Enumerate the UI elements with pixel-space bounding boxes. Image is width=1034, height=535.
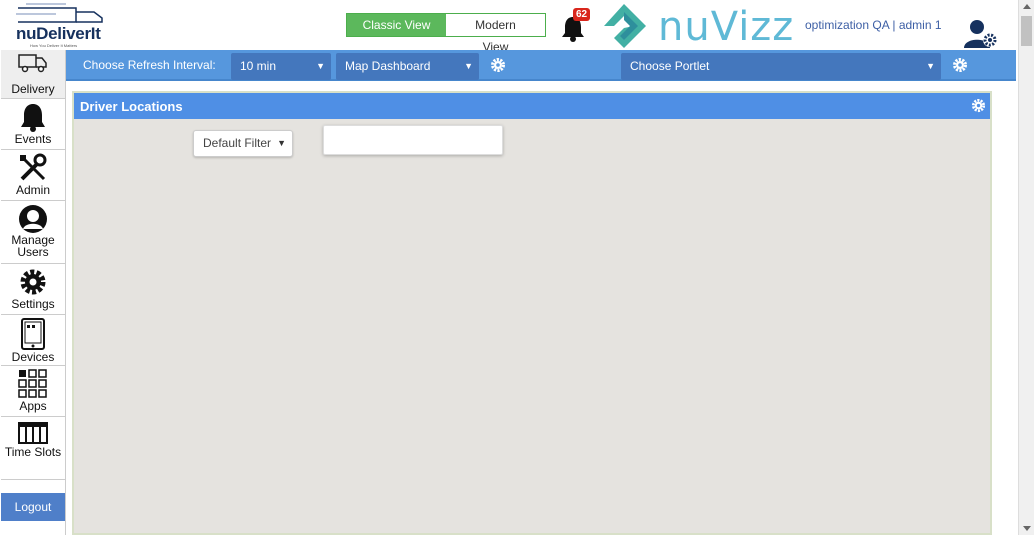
chevron-down-icon: ▼ [316, 61, 325, 71]
brand-name: nuVizz [658, 4, 795, 50]
sidebar-item-manage-users[interactable]: Manage Users [1, 202, 65, 264]
page-scrollbar[interactable] [1018, 0, 1034, 535]
grid-icon [18, 369, 47, 398]
main-content: Driver Locations Default Filter ▼ [66, 81, 1018, 535]
view-toggle: Classic View Modern View [346, 13, 546, 54]
tablet-icon [21, 318, 45, 350]
app-header: nuDeliverIt How You Deliver It Matters C… [0, 0, 1018, 54]
map-search-input[interactable] [323, 125, 503, 155]
calendar-icon [18, 422, 48, 444]
tools-icon [20, 153, 47, 181]
logo-tagline: How You Deliver It Matters [30, 43, 78, 48]
gear-icon[interactable] [490, 57, 506, 73]
nudeliverit-logo[interactable]: nuDeliverIt How You Deliver It Matters [8, 2, 118, 48]
scroll-thumb[interactable] [1021, 16, 1032, 46]
user-icon [19, 205, 47, 233]
notification-badge: 62 [573, 8, 591, 21]
driver-locations-panel: Driver Locations Default Filter ▼ [72, 91, 992, 535]
scroll-down-icon[interactable] [1023, 526, 1031, 531]
sidebar-label: Admin [15, 183, 50, 197]
refresh-interval-value: 10 min [240, 59, 277, 73]
sidebar-label: Apps [19, 399, 47, 413]
user-info: optimization QA | admin 1 [805, 18, 942, 32]
gear-icon[interactable] [971, 98, 986, 113]
sidebar-item-admin[interactable]: Admin [1, 151, 65, 201]
filter-value: Default Filter [203, 136, 272, 150]
sidebar: Delivery Events Admin Manage Users Setti… [0, 50, 66, 535]
portlet-placeholder: Choose Portlet [630, 59, 710, 73]
dashboard-toolbar: Choose Refresh Interval: 10 min ▼ Map Da… [66, 50, 1016, 81]
refresh-interval-label: Choose Refresh Interval: [83, 58, 216, 72]
logo-name: nuDeliverIt [16, 24, 101, 43]
modern-view-button[interactable]: Modern View [446, 14, 545, 54]
bell-icon [21, 104, 45, 132]
sidebar-label: Manage Users [11, 233, 55, 259]
sidebar-label: Settings [11, 297, 55, 311]
classic-view-button[interactable]: Classic View [347, 14, 446, 36]
sidebar-item-events[interactable]: Events [1, 100, 65, 150]
portlet-select[interactable]: Choose Portlet ▼ [621, 53, 941, 80]
chevron-down-icon: ▼ [277, 138, 286, 148]
gear-icon[interactable] [952, 57, 968, 73]
user-settings-icon[interactable] [962, 18, 1000, 50]
filter-select[interactable]: Default Filter ▼ [193, 130, 293, 157]
logout-button[interactable]: Logout [1, 493, 65, 521]
sidebar-item-settings[interactable]: Settings [1, 265, 65, 315]
chevron-down-icon: ▼ [464, 61, 473, 71]
gear-icon [20, 269, 46, 295]
scroll-up-icon[interactable] [1023, 4, 1031, 9]
dashboard-select[interactable]: Map Dashboard ▼ [336, 53, 479, 80]
refresh-interval-select[interactable]: 10 min ▼ [231, 53, 331, 80]
sidebar-label: Time Slots [4, 445, 62, 459]
sidebar-item-apps[interactable]: Apps [1, 367, 65, 417]
panel-title: Driver Locations [80, 99, 183, 114]
panel-header: Driver Locations [74, 93, 990, 119]
sidebar-item-devices[interactable]: Devices [1, 316, 65, 366]
truck-icon [18, 54, 47, 73]
sidebar-label: Devices [11, 350, 55, 364]
sidebar-label: Events [14, 132, 52, 146]
nuvizz-logo-icon [604, 4, 646, 48]
sidebar-item-delivery[interactable]: Delivery [1, 50, 65, 99]
nuvizz-brand: nuVizz [600, 2, 800, 50]
truck-logo-icon [16, 3, 103, 23]
sidebar-item-time-slots[interactable]: Time Slots [1, 418, 65, 480]
dashboard-value: Map Dashboard [345, 59, 431, 73]
sidebar-label: Delivery [11, 82, 55, 96]
chevron-down-icon: ▼ [926, 61, 935, 71]
